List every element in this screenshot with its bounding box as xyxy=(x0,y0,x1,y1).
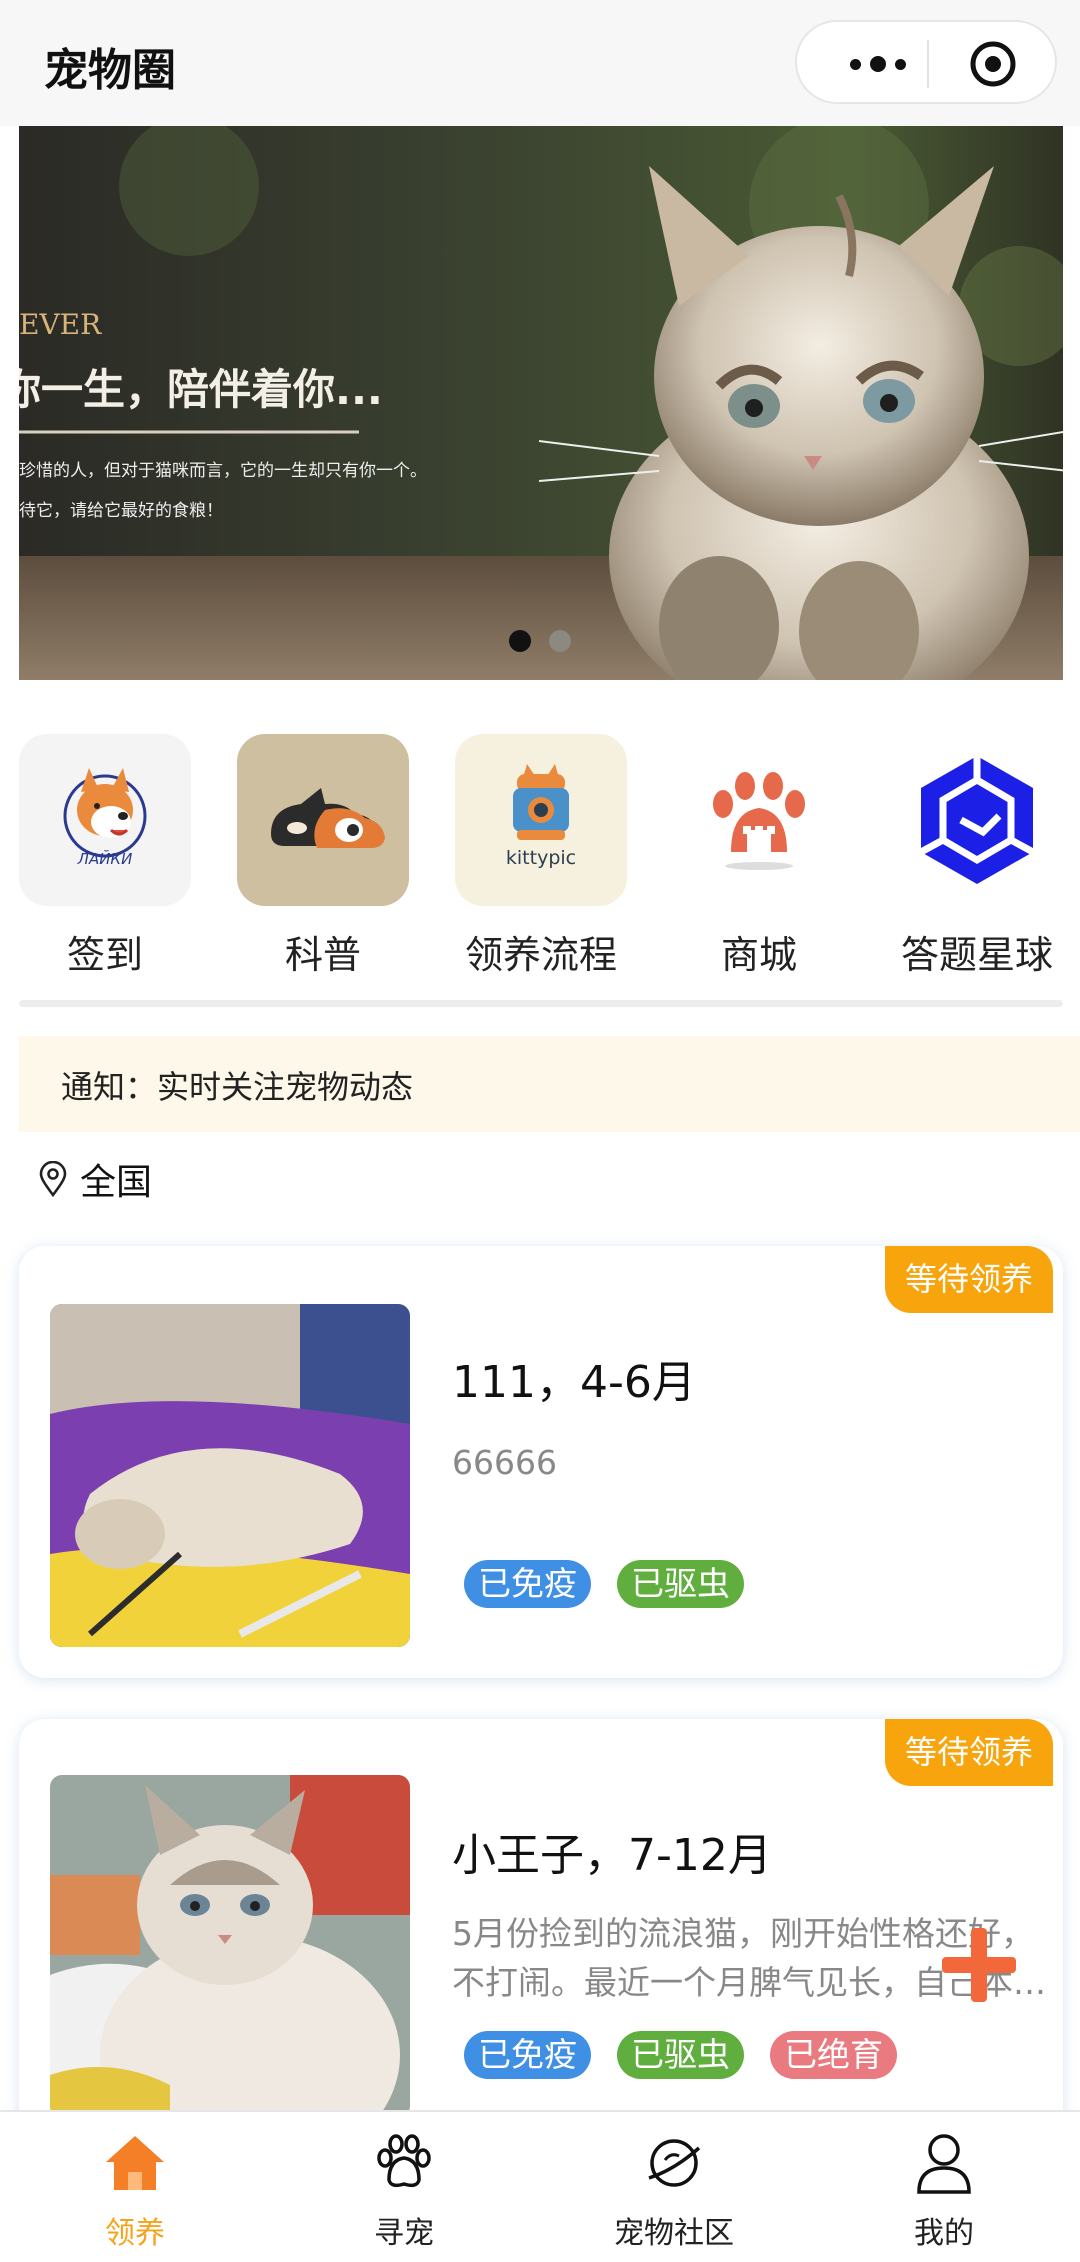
tag-immunized: 已免疫 xyxy=(464,1560,591,1608)
shortcut-label: 领养流程 xyxy=(464,933,617,977)
close-target-icon[interactable] xyxy=(969,40,1017,88)
tag-dewormed: 已驱虫 xyxy=(617,2031,744,2079)
tab-label: 宠物社区 xyxy=(614,2216,734,2251)
tag-list: 已免疫 已驱虫 已绝育 xyxy=(464,2031,897,2079)
location-pin-icon xyxy=(39,1161,67,1197)
home-icon xyxy=(106,2136,164,2190)
shortcut-grid: ЛАЙКИ 签到 科普 kittypic 领养流程 商城 答题星球 xyxy=(0,734,1080,977)
banner-text-3: 珍惜的人，但对于猫咪而言，它的一生却只有你一个。 xyxy=(19,461,427,481)
shortcut-label: 商城 xyxy=(720,933,797,977)
pet-photo xyxy=(50,1775,410,2118)
tab-adopt[interactable]: 领养 xyxy=(35,2130,235,2252)
page-title: 宠物圈 xyxy=(44,45,176,96)
user-icon xyxy=(917,2134,971,2194)
bottom-tab-bar: 领养 寻宠 宠物社区 我的 xyxy=(0,2110,1080,2262)
kittypic-text: kittypic xyxy=(506,847,576,869)
pet-photo xyxy=(50,1304,410,1647)
shortcut-shop[interactable]: 商城 xyxy=(673,734,845,979)
kittypic-icon: kittypic xyxy=(455,734,627,906)
banner-text-2: 你一生，陪伴着你... xyxy=(19,365,383,414)
shortcut-label: 答题星球 xyxy=(900,933,1053,977)
hexagon-icon xyxy=(891,734,1063,906)
carousel-dot-active[interactable] xyxy=(509,630,531,652)
banner-image: EVER 你一生，陪伴着你... 珍惜的人，但对于猫咪而言，它的一生却只有你一个… xyxy=(19,126,1063,680)
notice-bar[interactable]: 通知：实时关注宠物动态 xyxy=(19,1036,1080,1132)
shortcut-label: 科普 xyxy=(284,933,361,977)
pet-description: 66666 xyxy=(452,1443,557,1482)
shortcut-label: 签到 xyxy=(66,933,143,977)
notice-text: 通知：实时关注宠物动态 xyxy=(61,1068,414,1106)
banner-text-4: 待它，请给它最好的食粮！ xyxy=(19,501,223,521)
mini-program-capsule xyxy=(795,20,1057,104)
carousel-dot[interactable] xyxy=(549,630,571,652)
banner-carousel[interactable]: EVER 你一生，陪伴着你... 珍惜的人，但对于猫咪而言，它的一生却只有你一个… xyxy=(19,126,1063,680)
status-badge: 等待领养 xyxy=(884,1246,1053,1313)
header-bar: 宠物圈 xyxy=(0,0,1080,126)
tab-profile[interactable]: 我的 xyxy=(844,2130,1044,2252)
tag-neutered: 已绝育 xyxy=(770,2031,897,2079)
add-pet-button[interactable] xyxy=(940,1926,1018,2004)
location-text: 全国 xyxy=(80,1162,153,1203)
tab-label: 领养 xyxy=(105,2216,165,2251)
paw-shop-icon xyxy=(673,734,845,906)
capsule-divider xyxy=(927,40,929,88)
shortcut-quiz-planet[interactable]: 答题星球 xyxy=(891,734,1063,979)
tab-label: 寻宠 xyxy=(374,2216,434,2251)
location-selector[interactable]: 全国 xyxy=(38,1154,152,1204)
shortcut-checkin[interactable]: ЛАЙКИ 签到 xyxy=(19,734,191,979)
tab-find-pet[interactable]: 寻宠 xyxy=(304,2130,504,2252)
pet-title: 111，4-6月 xyxy=(452,1357,696,1408)
husky-logo-text: ЛАЙКИ xyxy=(77,849,133,868)
paw-icon xyxy=(377,2134,431,2188)
tab-label: 我的 xyxy=(914,2216,974,2251)
shortcut-science[interactable]: 科普 xyxy=(237,734,409,979)
status-badge: 等待领养 xyxy=(884,1719,1053,1786)
tab-community[interactable]: 宠物社区 xyxy=(574,2130,774,2252)
section-divider xyxy=(19,1000,1063,1007)
banner-text-1: EVER xyxy=(19,308,102,341)
planet-icon xyxy=(648,2139,701,2187)
pet-card[interactable]: 等待领养 111，4-6月 66666 已免疫 已驱虫 xyxy=(19,1246,1063,1678)
husky-logo-icon: ЛАЙКИ xyxy=(19,734,191,906)
pet-title: 小王子，7-12月 xyxy=(452,1830,772,1881)
pet-card[interactable]: 等待领养 小王子，7-12月 5月份捡到的流浪猫，刚开始性格还好，不打闹。最近一… xyxy=(19,1719,1063,2159)
tag-dewormed: 已驱虫 xyxy=(617,1560,744,1608)
tag-immunized: 已免疫 xyxy=(464,2031,591,2079)
carousel-indicator[interactable] xyxy=(509,630,571,652)
cat-dog-icon xyxy=(237,734,409,906)
tag-list: 已免疫 已驱虫 xyxy=(464,1560,744,1608)
more-menu-icon[interactable] xyxy=(833,42,923,86)
shortcut-adoption-process[interactable]: kittypic 领养流程 xyxy=(455,734,627,979)
